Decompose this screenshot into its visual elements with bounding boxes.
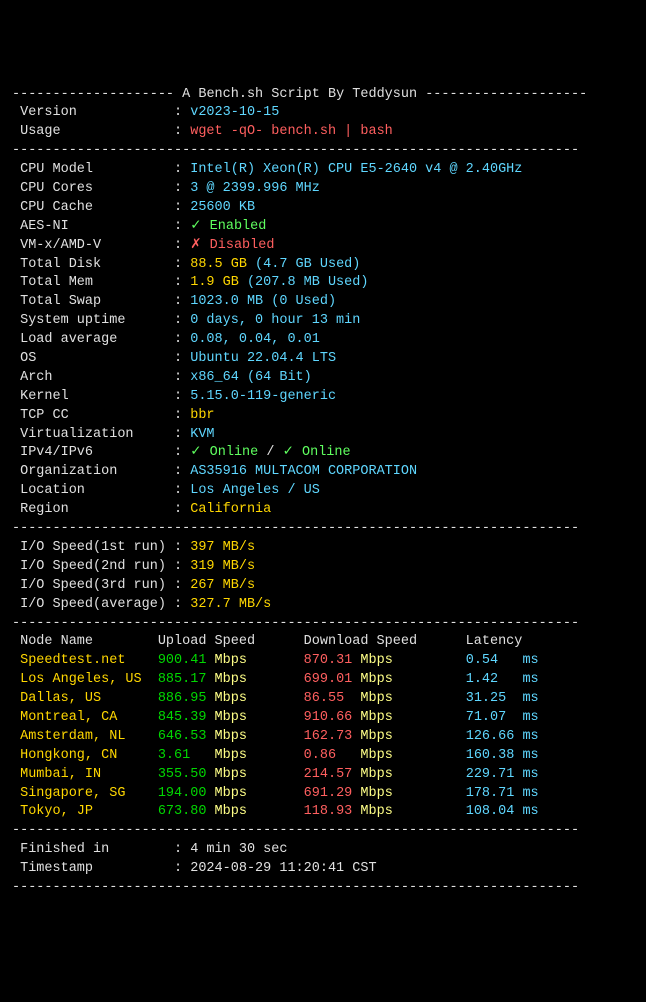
terminal-output: -------------------- A Bench.sh Script B… [12, 86, 634, 898]
